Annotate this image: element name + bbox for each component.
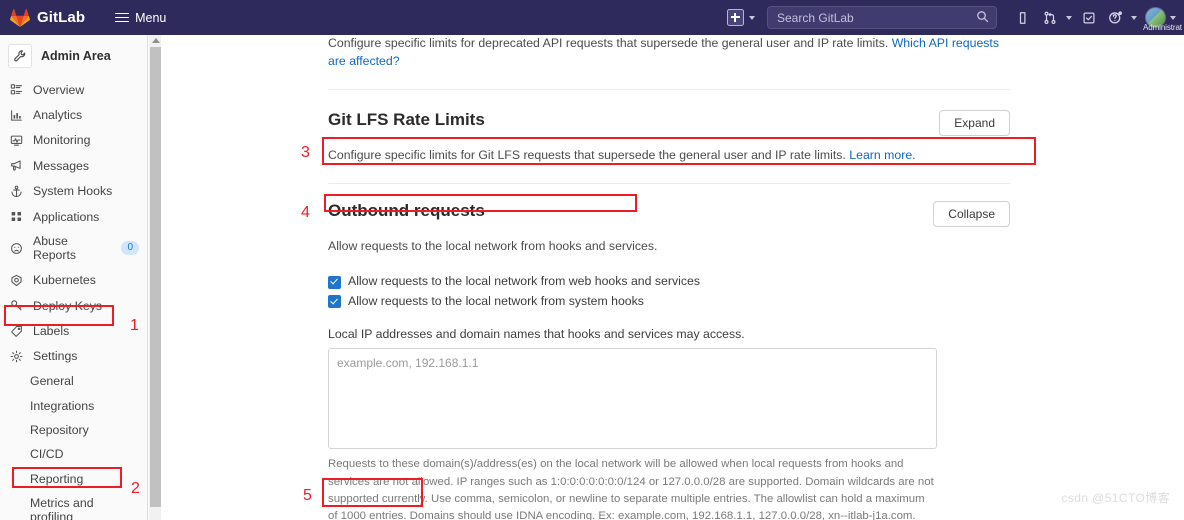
- merge-requests-button[interactable]: [1037, 5, 1072, 31]
- user-label: Administrat: [1143, 23, 1182, 32]
- sidebar-item-abuse-reports[interactable]: Abuse Reports 0: [0, 229, 147, 267]
- outbound-header-row: Outbound requests Collapse: [328, 201, 1010, 227]
- menu-label: Menu: [135, 11, 166, 25]
- git-lfs-expand-button[interactable]: Expand: [939, 110, 1010, 136]
- key-icon: [9, 298, 24, 313]
- search-input-wrapper[interactable]: [767, 6, 997, 29]
- sidebar-subitem-reporting[interactable]: Reporting: [0, 467, 147, 491]
- sidebar-item-deploy-keys[interactable]: Deploy Keys: [0, 293, 147, 318]
- sidebar-item-label: Settings: [33, 349, 139, 363]
- analytics-icon: [9, 108, 24, 123]
- hamburger-icon: [115, 10, 129, 25]
- git-lfs-description-text: Configure specific limits for Git LFS re…: [328, 148, 846, 162]
- section-divider: [328, 89, 1010, 90]
- git-lfs-description: Configure specific limits for Git LFS re…: [328, 147, 1017, 165]
- sidebar-item-label: System Hooks: [33, 184, 139, 198]
- sidebar-item-labels[interactable]: Labels: [0, 318, 147, 343]
- outbound-checkbox-group: Allow requests to the local network from…: [328, 273, 1017, 309]
- sidebar-context-header[interactable]: Admin Area: [0, 35, 147, 77]
- allowlist-textarea[interactable]: [328, 348, 937, 449]
- allow-system-hooks-label[interactable]: Allow requests to the local network from…: [348, 293, 644, 310]
- chevron-down-icon: [1131, 16, 1137, 20]
- sidebar-scrollbar-track[interactable]: [149, 35, 161, 520]
- sidebar-context-title: Admin Area: [41, 49, 111, 63]
- chevron-down-icon: [1066, 16, 1072, 20]
- kubernetes-icon: [9, 273, 24, 288]
- allow-system-hooks-row[interactable]: Allow requests to the local network from…: [328, 293, 1017, 310]
- allow-web-hooks-row[interactable]: Allow requests to the local network from…: [328, 273, 1017, 290]
- sidebar-subitem-metrics-and-profiling[interactable]: Metrics and profiling: [0, 491, 147, 520]
- sidebar-subitem-repository[interactable]: Repository: [0, 418, 147, 442]
- monitoring-icon: [9, 133, 24, 148]
- label-icon: [9, 324, 24, 339]
- sidebar-item-system-hooks[interactable]: System Hooks: [0, 179, 147, 204]
- allowlist-help-text: Requests to these domain(s)/address(es) …: [328, 456, 937, 520]
- deprecated-api-description: Configure specific limits for deprecated…: [328, 35, 1017, 71]
- wrench-icon: [8, 44, 32, 68]
- sidebar-subitem-general[interactable]: General: [0, 369, 147, 393]
- search-icon: [976, 10, 989, 26]
- main-menu-button[interactable]: Menu: [109, 6, 172, 29]
- sidebar-item-label: Deploy Keys: [33, 299, 139, 313]
- sidebar-item-label: Kubernetes: [33, 273, 139, 287]
- chevron-down-icon: [749, 16, 755, 20]
- sidebar-item-analytics[interactable]: Analytics: [0, 102, 147, 127]
- plus-square-icon: [727, 9, 744, 26]
- scroll-up-arrow-icon[interactable]: [152, 38, 160, 43]
- abuse-reports-badge: 0: [121, 241, 139, 255]
- deprecated-api-description-text: Configure specific limits for deprecated…: [328, 36, 888, 50]
- git-lfs-header-row: Git LFS Rate Limits Expand: [328, 110, 1010, 136]
- sidebar-item-label: Messages: [33, 159, 139, 173]
- help-button[interactable]: [1102, 5, 1137, 31]
- sidebar-item-label: Applications: [33, 210, 139, 224]
- settings-inner: Configure specific limits for deprecated…: [161, 35, 1017, 520]
- outbound-description: Allow requests to the local network from…: [328, 238, 1017, 256]
- gear-icon: [9, 349, 24, 364]
- merge-requests-icon: [1037, 5, 1063, 31]
- allow-web-hooks-label[interactable]: Allow requests to the local network from…: [348, 273, 700, 290]
- brand-name: GitLab: [37, 9, 85, 26]
- overview-icon: [9, 82, 24, 97]
- section-divider: [328, 183, 1010, 184]
- sidebar-subitem-cicd[interactable]: CI/CD: [0, 442, 147, 466]
- user-menu-button[interactable]: Administrat: [1145, 7, 1176, 28]
- sidebar-item-label: Abuse Reports: [33, 234, 112, 262]
- sidebar-item-applications[interactable]: Applications: [0, 204, 147, 229]
- abuse-icon: [9, 241, 24, 256]
- sidebar-item-monitoring[interactable]: Monitoring: [0, 128, 147, 153]
- issues-icon[interactable]: [1011, 5, 1037, 31]
- sidebar-scrollbar-thumb[interactable]: [150, 47, 161, 507]
- allow-web-hooks-checkbox[interactable]: [328, 276, 341, 289]
- sidebar-nav-list: Overview Analytics Monito: [0, 77, 147, 520]
- sidebar-item-messages[interactable]: Messages: [0, 153, 147, 178]
- sidebar-item-label: Monitoring: [33, 133, 139, 147]
- search-input[interactable]: [775, 10, 976, 26]
- chevron-down-icon: [1170, 16, 1176, 20]
- allowlist-field-label: Local IP addresses and domain names that…: [328, 327, 1017, 341]
- sidebar-item-kubernetes[interactable]: Kubernetes: [0, 268, 147, 293]
- applications-icon: [9, 209, 24, 224]
- sidebar-item-label: Analytics: [33, 108, 139, 122]
- sidebar-subitem-integrations[interactable]: Integrations: [0, 394, 147, 418]
- git-lfs-learn-more-link[interactable]: Learn more.: [849, 148, 915, 162]
- sidebar-item-settings[interactable]: Settings: [0, 344, 147, 369]
- sidebar-item-overview[interactable]: Overview: [0, 77, 147, 102]
- gitlab-logo-icon: [10, 8, 30, 28]
- settings-content-area: Configure specific limits for deprecated…: [161, 35, 1184, 520]
- git-lfs-title: Git LFS Rate Limits: [328, 110, 485, 130]
- admin-sidebar: Admin Area Overview: [0, 35, 148, 520]
- megaphone-icon: [9, 158, 24, 173]
- sidebar-item-label: Overview: [33, 83, 139, 97]
- create-new-button[interactable]: [727, 9, 755, 26]
- outbound-requests-title: Outbound requests: [328, 201, 485, 221]
- sidebar-item-label: Labels: [33, 324, 139, 338]
- hook-icon: [9, 184, 24, 199]
- allow-system-hooks-checkbox[interactable]: [328, 295, 341, 308]
- top-navigation-bar: GitLab Menu: [0, 0, 1184, 35]
- outbound-collapse-button[interactable]: Collapse: [933, 201, 1010, 227]
- help-icon: [1102, 5, 1128, 31]
- todos-icon[interactable]: [1076, 5, 1102, 31]
